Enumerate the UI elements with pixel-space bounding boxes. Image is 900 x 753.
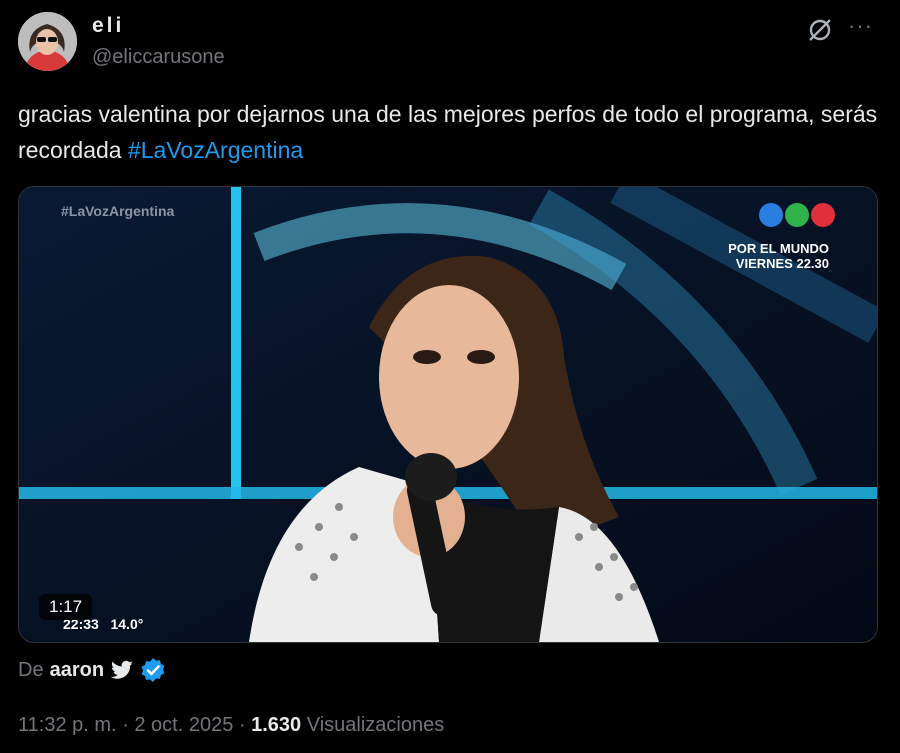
more-icon[interactable]: ··· (848, 13, 878, 38)
attribution-prefix: De (18, 658, 44, 681)
video-player[interactable]: #LaVozArgentina POR EL MUNDO VIERNES 22.… (18, 186, 878, 643)
tweet-time[interactable]: 11:32 p. m. (18, 714, 117, 736)
verified-badge-icon (141, 658, 165, 682)
twitter-bird-icon (110, 660, 134, 679)
attribution: De aaron (18, 657, 166, 683)
meta-separator: · (233, 714, 252, 736)
hashtag-link[interactable]: #LaVozArgentina (128, 137, 303, 163)
meta-separator: · (116, 714, 135, 736)
tweet-text: gracias valentina por dejarnos una de la… (18, 96, 878, 168)
author-display-name[interactable]: eli (92, 14, 124, 38)
tweet-date[interactable]: 2 oct. 2025 (134, 714, 233, 736)
views-count[interactable]: 1.630 (251, 714, 301, 736)
attribution-user[interactable]: aaron (50, 659, 104, 682)
temperature: 14.0° (110, 616, 144, 632)
tweet-meta: 11:32 p. m. · 2 oct. 2025 · 1.630 Visual… (18, 714, 444, 737)
grok-icon[interactable] (806, 16, 834, 44)
video-duration-badge: 1:17 (39, 594, 93, 620)
video-watermark: #LaVozArgentina (61, 203, 175, 219)
promo-line-1: POR EL MUNDO (728, 241, 829, 256)
promo-line-2: VIERNES 22.30 (735, 256, 829, 271)
views-label[interactable]: Visualizaciones (301, 714, 445, 736)
author-handle[interactable]: @eliccarusone (92, 46, 225, 69)
avatar-image (18, 12, 77, 71)
channel-logo-icon (759, 203, 835, 227)
avatar[interactable] (18, 12, 77, 71)
promo-text: POR EL MUNDO VIERNES 22.30 (728, 241, 829, 271)
